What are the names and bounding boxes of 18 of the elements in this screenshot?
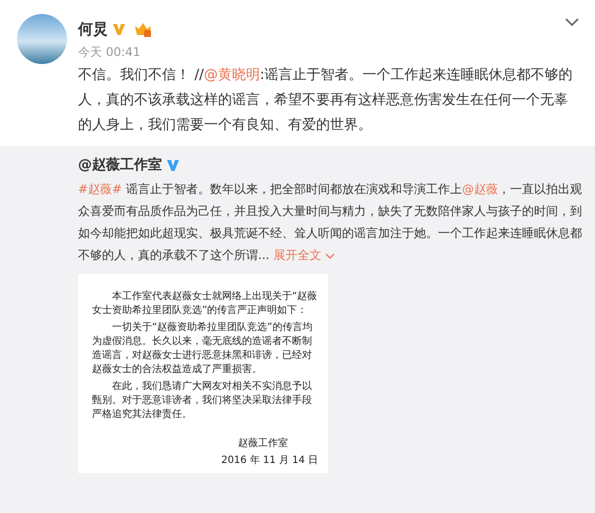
post-time: 今天 00:41 — [78, 44, 142, 61]
statement-paragraph: 本工作室代表赵薇女士就网络上出现关于“赵薇女士资助希拉里团队竞选”的传言严正声明如下： — [92, 290, 318, 318]
chevron-down-icon[interactable] — [565, 18, 579, 26]
crown-icon[interactable] — [134, 21, 152, 37]
avatar[interactable] — [17, 14, 67, 64]
chevron-down-icon[interactable] — [325, 252, 336, 259]
statement-paragraph: 在此，我们恳请广大网友对相关不实消息予以甄别。对于恶意诽谤者，我们将坚决采取法律手段严格追究其法律责任。 — [92, 380, 313, 422]
mention-link[interactable]: #赵薇# — [78, 182, 122, 196]
repost-author[interactable]: @赵薇工作室 — [78, 156, 162, 174]
author-name[interactable]: 何炅 — [78, 20, 108, 38]
mention-link[interactable]: @黄晓明 — [204, 67, 260, 83]
post-text: 不信。我们不信！ //@黄晓明:谣言止于智者。一个工作起来连睡眠休息都不够的人，真的不该承载这样的谣言，希望不要再有这样恶意伤害发生在任何一个无辜的人身上，我们需要一个有良知、有爱的世界。 — [78, 66, 574, 135]
statement-date: 2016 年 11 月 14 日 — [220, 454, 318, 467]
repost-text: #赵薇# 谣言止于智者。数年以来，把全部时间都放在演戏和导演工作上@赵薇，一直以拍出观众喜爱而有品质作品为己任，并且投入大量时间与精力，缺失了无数陪伴家人与孩子的时间，到如今却能把如此超现实、极具荒诞不经、耸人听闻的谣言加注于她。一个工作起来连睡眠休息都不够的人，真的承载不了这个所谓... 展开全文 — [78, 181, 583, 264]
expand-link[interactable]: 展开全文 — [273, 248, 336, 262]
statement-signature: 赵薇工作室 — [237, 436, 288, 450]
statement-paragraph: 一切关于“赵薇资助希拉里团队竞选”的传言均为虚假消息。长久以来，毫无底线的造谣者不断制造谣言，对赵薇女士进行恶意抹黑和诽谤，已经对赵薇女士的合法权益造成了严重损害。 — [92, 321, 314, 377]
mention-link[interactable]: @赵薇 — [462, 182, 498, 196]
